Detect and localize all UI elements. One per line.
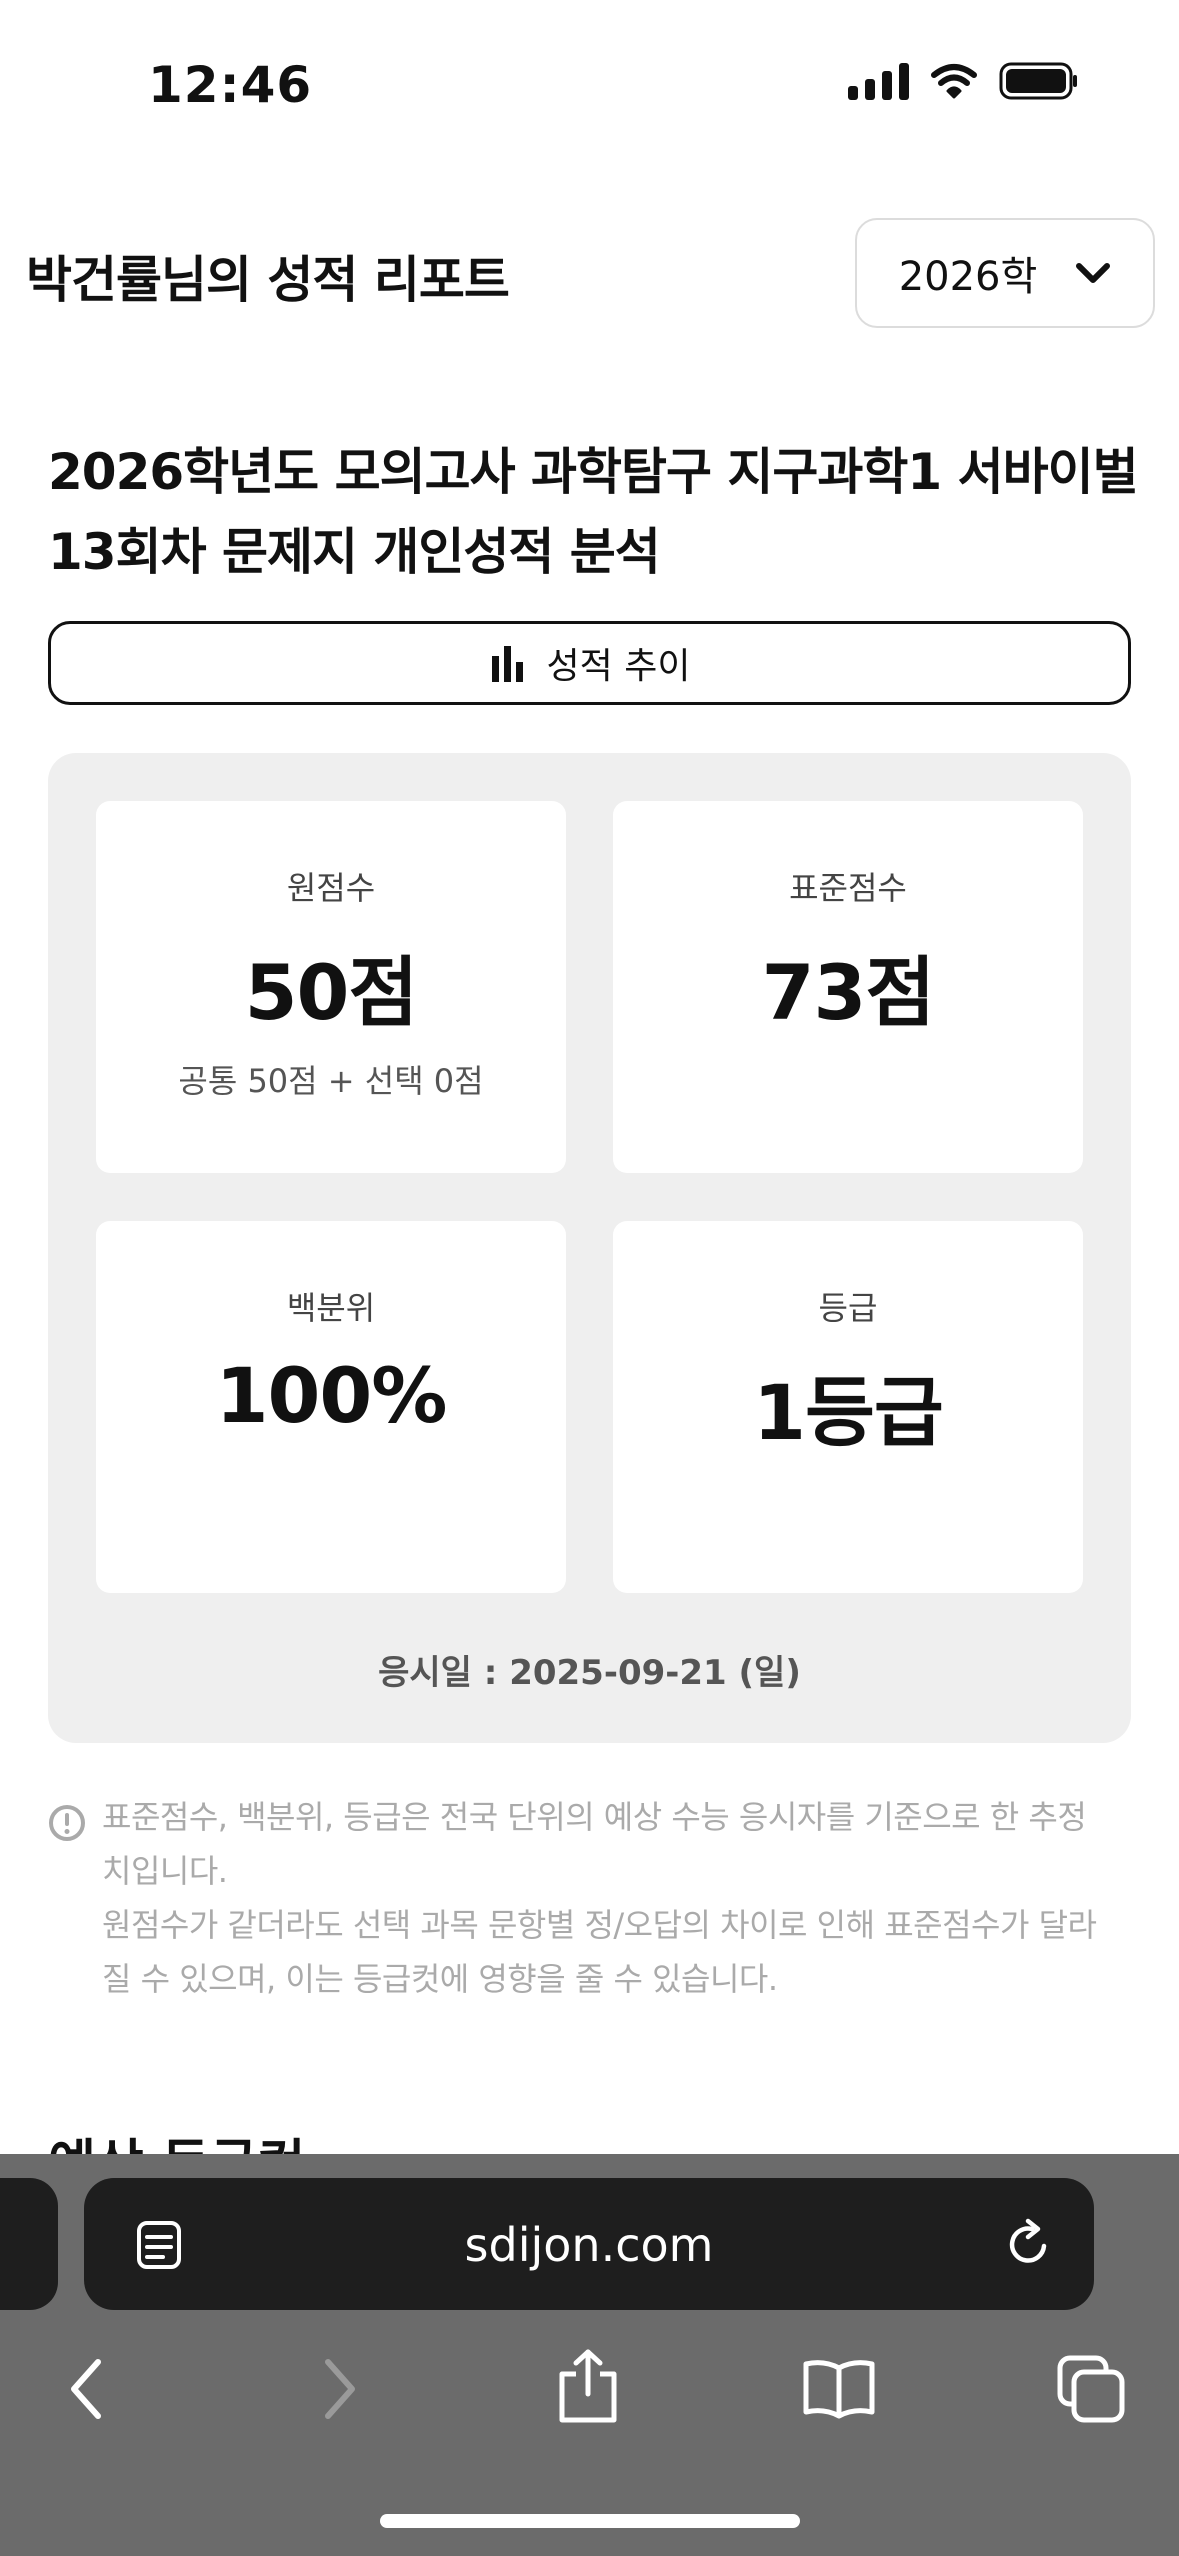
battery-icon [999,62,1077,100]
grade-card: 등급 1등급 [613,1221,1083,1593]
exam-name: 2026학년도 모의고사 과학탐구 지구과학1 서바이벌 13회차 문제지 개인… [48,443,1139,581]
score-trend-label: 성적 추이 [546,646,691,687]
standard-score-label: 표준점수 [789,869,907,907]
exam-select-value: 2026학 [898,254,1038,300]
cellular-signal-icon [848,62,909,100]
status-bar: 12:46 [0,0,1179,150]
browser-toolbar: sdijon.com [0,2154,1179,2556]
score-summary-panel: 원점수 50점 공통 50점 + 선택 0점 표준점수 73점 백분위 100%… [48,753,1131,1743]
exam-select-dropdown[interactable]: 2026학 [855,218,1155,328]
tabs-icon[interactable] [1056,2354,1126,2424]
percentile-card: 백분위 100% [96,1221,566,1593]
share-icon[interactable] [556,2348,620,2424]
page: 12:46 박건률님의 성적 리포트 2026학 2026학년도 모의고사 과학… [0,0,1179,2556]
notice-line-1: 표준점수, 백분위, 등급은 전국 단위의 예상 수능 응시자를 기준으로 한 … [102,1798,1087,1890]
wifi-icon [931,64,977,99]
standard-score-card: 표준점수 73점 [613,801,1083,1173]
status-time: 12:46 [148,56,313,114]
exam-date: 응시일 : 2025-09-21 (일) [378,1653,801,1693]
score-trend-button[interactable]: 성적 추이 [48,621,1131,705]
standard-score-value: 73점 [761,948,936,1037]
back-icon[interactable] [64,2354,108,2424]
url-text: sdijon.com [464,2218,714,2272]
raw-score-label: 원점수 [286,869,376,907]
exclamation-circle-icon [49,1805,85,1841]
percentile-label: 백분위 [286,1289,376,1327]
forward-icon[interactable] [318,2354,362,2424]
bookmarks-icon[interactable] [802,2358,876,2420]
reload-icon[interactable] [1004,2216,1054,2270]
grade-value: 1등급 [753,1368,944,1457]
report-title: 박건률님의 성적 리포트 [26,251,510,309]
status-icons [848,62,1079,100]
percentile-value: 100% [215,1351,448,1440]
bar-chart-icon [491,646,523,682]
grade-label: 등급 [818,1289,878,1327]
notice-text: 표준점수, 백분위, 등급은 전국 단위의 예상 수능 응시자를 기준으로 한 … [102,1790,1112,2006]
raw-score-detail: 공통 50점 + 선택 0점 [178,1062,484,1100]
address-bar[interactable]: sdijon.com [84,2178,1094,2310]
raw-score-card: 원점수 50점 공통 50점 + 선택 0점 [96,801,566,1173]
notice-line-2: 원점수가 같더라도 선택 과목 문항별 정/오답의 차이로 인해 표준점수가 달… [102,1906,1097,1998]
chevron-down-icon [1076,263,1111,283]
raw-score-value: 50점 [244,948,419,1037]
home-indicator[interactable] [380,2514,800,2528]
previous-tab-preview[interactable] [0,2178,58,2310]
